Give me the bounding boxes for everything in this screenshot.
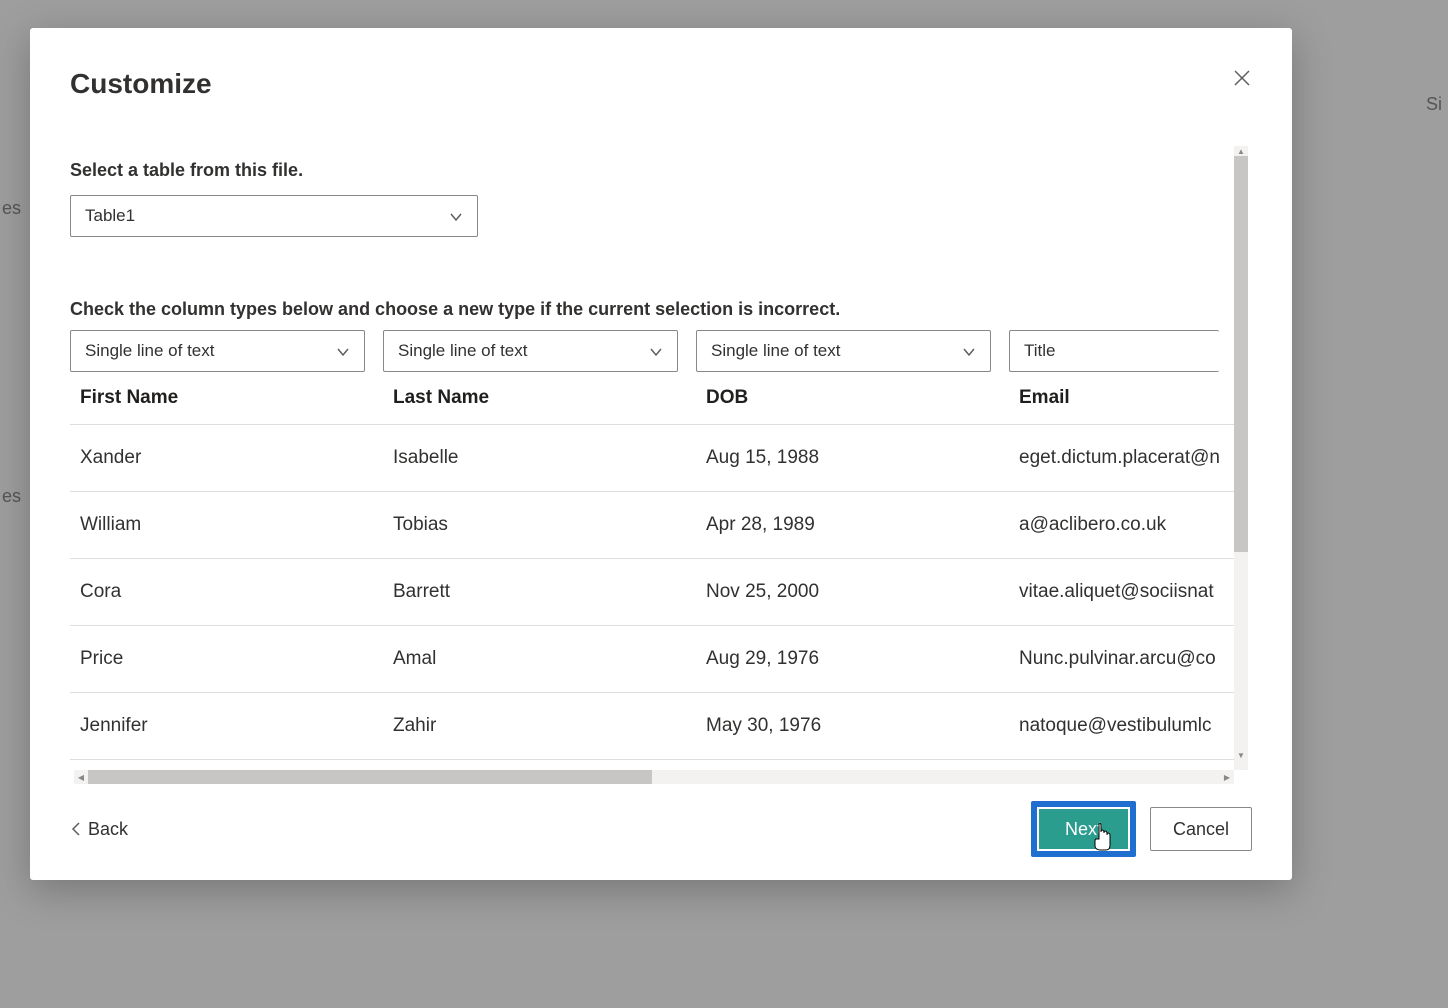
modal-title: Customize <box>70 68 1252 100</box>
cancel-button[interactable]: Cancel <box>1150 807 1252 851</box>
close-icon <box>1233 69 1251 87</box>
cell-last-name: Isabelle <box>383 424 696 491</box>
table-select-value: Table1 <box>85 206 135 226</box>
table-header-row: First Name Last Name DOB Email <box>70 372 1234 424</box>
chevron-down-icon <box>336 344 350 358</box>
cell-first-name: Xander <box>70 424 383 491</box>
preview-table: First Name Last Name DOB Email Xander Is… <box>70 372 1234 760</box>
cell-dob: May 30, 1976 <box>696 692 1009 759</box>
preview-table-wrap: First Name Last Name DOB Email Xander Is… <box>70 372 1234 760</box>
table-select[interactable]: Table1 <box>70 195 478 237</box>
scroll-right-icon: ▶ <box>1220 770 1234 784</box>
modal-footer: Back Next Cancel <box>70 806 1252 852</box>
modal-scroll-region: Select a table from this file. Table1 Ch… <box>70 146 1234 770</box>
cell-email: natoque@vestibulumlc <box>1009 692 1234 759</box>
cell-last-name: Tobias <box>383 491 696 558</box>
col-header-dob: DOB <box>696 372 1009 424</box>
next-button[interactable]: Next <box>1039 809 1128 849</box>
col-header-first-name: First Name <box>70 372 383 424</box>
vertical-scrollbar[interactable]: ▲ ▼ <box>1234 146 1248 770</box>
table-row: Cora Barrett Nov 25, 2000 vitae.aliquet@… <box>70 558 1234 625</box>
column-type-value: Single line of text <box>85 341 214 361</box>
cell-last-name: Barrett <box>383 558 696 625</box>
table-row: Jennifer Zahir May 30, 1976 natoque@vest… <box>70 692 1234 759</box>
close-button[interactable] <box>1228 64 1256 92</box>
chevron-down-icon <box>449 209 463 223</box>
next-button-highlight: Next <box>1031 801 1136 857</box>
cell-first-name: Cora <box>70 558 383 625</box>
column-type-select-3[interactable]: Title <box>1009 330 1219 372</box>
cell-email: vitae.aliquet@sociisnat <box>1009 558 1234 625</box>
cell-dob: Apr 28, 1989 <box>696 491 1009 558</box>
table-row: Price Amal Aug 29, 1976 Nunc.pulvinar.ar… <box>70 625 1234 692</box>
table-select-label: Select a table from this file. <box>70 160 1234 181</box>
cell-email: eget.dictum.placerat@n <box>1009 424 1234 491</box>
column-type-value: Single line of text <box>398 341 527 361</box>
column-type-value: Title <box>1024 341 1056 361</box>
column-type-select-1[interactable]: Single line of text <box>383 330 678 372</box>
cell-first-name: Price <box>70 625 383 692</box>
scroll-down-icon: ▼ <box>1234 750 1248 760</box>
scroll-thumb[interactable] <box>88 770 652 784</box>
column-type-select-0[interactable]: Single line of text <box>70 330 365 372</box>
table-row: Xander Isabelle Aug 15, 1988 eget.dictum… <box>70 424 1234 491</box>
column-type-row: Single line of text Single line of text … <box>70 330 1234 372</box>
col-header-last-name: Last Name <box>383 372 696 424</box>
column-types-label: Check the column types below and choose … <box>70 299 1234 320</box>
background-text: es <box>2 198 21 219</box>
scroll-left-icon: ◀ <box>74 770 88 784</box>
back-label: Back <box>88 819 128 840</box>
back-button[interactable]: Back <box>70 819 128 840</box>
cell-dob: Nov 25, 2000 <box>696 558 1009 625</box>
cell-last-name: Zahir <box>383 692 696 759</box>
cell-email: a@aclibero.co.uk <box>1009 491 1234 558</box>
cell-email: Nunc.pulvinar.arcu@co <box>1009 625 1234 692</box>
cell-first-name: Jennifer <box>70 692 383 759</box>
background-text: es <box>2 486 21 507</box>
cell-dob: Aug 29, 1976 <box>696 625 1009 692</box>
background-text: Si <box>1426 94 1442 115</box>
cell-last-name: Amal <box>383 625 696 692</box>
horizontal-scrollbar[interactable]: ◀ ▶ <box>74 770 1234 784</box>
column-type-select-2[interactable]: Single line of text <box>696 330 991 372</box>
cell-first-name: William <box>70 491 383 558</box>
scroll-thumb[interactable] <box>1234 156 1248 552</box>
scroll-up-icon: ▲ <box>1234 146 1248 156</box>
table-row: William Tobias Apr 28, 1989 a@aclibero.c… <box>70 491 1234 558</box>
chevron-down-icon <box>649 344 663 358</box>
customize-modal: Customize Select a table from this file.… <box>30 28 1292 880</box>
chevron-down-icon <box>962 344 976 358</box>
col-header-email: Email <box>1009 372 1234 424</box>
chevron-left-icon <box>70 821 82 837</box>
cell-dob: Aug 15, 1988 <box>696 424 1009 491</box>
column-type-value: Single line of text <box>711 341 840 361</box>
